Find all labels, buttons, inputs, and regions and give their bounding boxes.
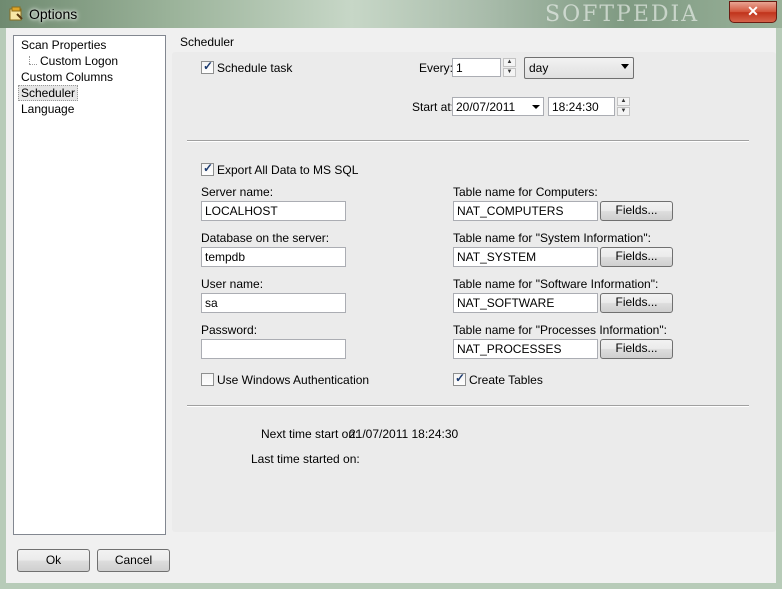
start-date-picker[interactable]: 20/07/2011 xyxy=(452,97,544,116)
spin-down-icon[interactable]: ▼ xyxy=(617,107,630,116)
dropdown-arrow-icon xyxy=(621,64,629,69)
windows-auth-label: Use Windows Authentication xyxy=(217,373,370,387)
date-dropdown-icon[interactable] xyxy=(532,105,540,109)
create-tables-checkbox[interactable]: ✓ xyxy=(453,371,466,386)
check-icon: ✓ xyxy=(203,59,214,73)
tree-connector-h xyxy=(29,64,37,66)
spin-up-icon[interactable]: ▲ xyxy=(503,58,516,67)
password-label: Password: xyxy=(201,323,258,337)
next-start-value: 21/07/2011 18:24:30 xyxy=(349,427,459,441)
table-processes-input[interactable]: NAT_PROCESSES xyxy=(453,339,598,359)
cancel-button[interactable]: Cancel xyxy=(97,549,170,572)
tree-item-custom-logon[interactable]: Custom Logon xyxy=(38,54,120,68)
table-system-input[interactable]: NAT_SYSTEM xyxy=(453,247,598,267)
time-spinner[interactable]: ▲ ▼ xyxy=(617,97,630,117)
fields-system-button[interactable]: Fields... xyxy=(600,247,673,267)
table-software-input[interactable]: NAT_SOFTWARE xyxy=(453,293,598,313)
separator xyxy=(187,405,749,407)
fields-computers-button[interactable]: Fields... xyxy=(600,201,673,221)
spin-up-icon[interactable]: ▲ xyxy=(617,97,630,106)
tree-connector xyxy=(29,56,31,64)
separator xyxy=(187,140,749,142)
tree-item-scan-properties[interactable]: Scan Properties xyxy=(19,38,108,52)
close-button[interactable]: ✕ xyxy=(729,1,777,23)
fields-software-button[interactable]: Fields... xyxy=(600,293,673,313)
ok-button[interactable]: Ok xyxy=(17,549,90,572)
check-icon: ✓ xyxy=(455,371,466,385)
table-computers-label: Table name for Computers: xyxy=(453,185,598,199)
spin-down-icon[interactable]: ▼ xyxy=(503,68,516,77)
options-tree[interactable]: Scan Properties Custom Logon Custom Colu… xyxy=(13,35,166,535)
server-name-label: Server name: xyxy=(201,185,274,199)
start-at-label: Start at: xyxy=(412,100,455,114)
tree-item-custom-columns[interactable]: Custom Columns xyxy=(19,70,115,84)
every-unit-select[interactable]: day xyxy=(524,57,634,79)
window-frame-right xyxy=(776,28,782,589)
fields-processes-button[interactable]: Fields... xyxy=(600,339,673,359)
database-label: Database on the server: xyxy=(201,231,330,245)
every-input[interactable]: 1 xyxy=(452,58,501,77)
last-started-label: Last time started on: xyxy=(251,452,360,466)
check-icon: ✓ xyxy=(203,161,214,175)
next-start-label: Next time start on: xyxy=(261,427,359,441)
window-frame-bottom xyxy=(0,583,782,589)
every-spinner[interactable]: ▲ ▼ xyxy=(503,58,516,78)
tree-item-scheduler[interactable]: Scheduler xyxy=(18,85,79,101)
start-time-input[interactable]: 18:24:30 xyxy=(548,97,615,116)
table-computers-input[interactable]: NAT_COMPUTERS xyxy=(453,201,598,221)
windows-auth-checkbox[interactable] xyxy=(201,373,214,386)
scheduler-group-title: Scheduler xyxy=(180,35,235,49)
options-app-icon xyxy=(9,6,23,21)
user-name-label: User name: xyxy=(201,277,264,291)
schedule-task-label: Schedule task xyxy=(217,61,293,75)
table-software-label: Table name for "Software Information": xyxy=(453,277,659,291)
export-sql-checkbox[interactable]: ✓ xyxy=(201,161,214,176)
create-tables-label: Create Tables xyxy=(469,373,543,387)
every-label: Every: xyxy=(419,61,454,75)
softpedia-watermark: SOFTPEDIA xyxy=(545,2,700,27)
tree-item-language[interactable]: Language xyxy=(19,102,76,116)
window-title: Options xyxy=(29,6,78,22)
every-unit-value: day xyxy=(529,61,549,75)
export-sql-label: Export All Data to MS SQL xyxy=(217,163,359,177)
database-input[interactable]: tempdb xyxy=(201,247,346,267)
table-processes-label: Table name for "Processes Information": xyxy=(453,323,667,337)
start-date-value: 20/07/2011 xyxy=(456,100,516,114)
schedule-task-checkbox[interactable]: ✓ xyxy=(201,59,214,74)
table-system-label: Table name for "System Information": xyxy=(453,231,651,245)
password-input[interactable] xyxy=(201,339,346,359)
user-name-input[interactable]: sa xyxy=(201,293,346,313)
server-name-input[interactable]: LOCALHOST xyxy=(201,201,346,221)
